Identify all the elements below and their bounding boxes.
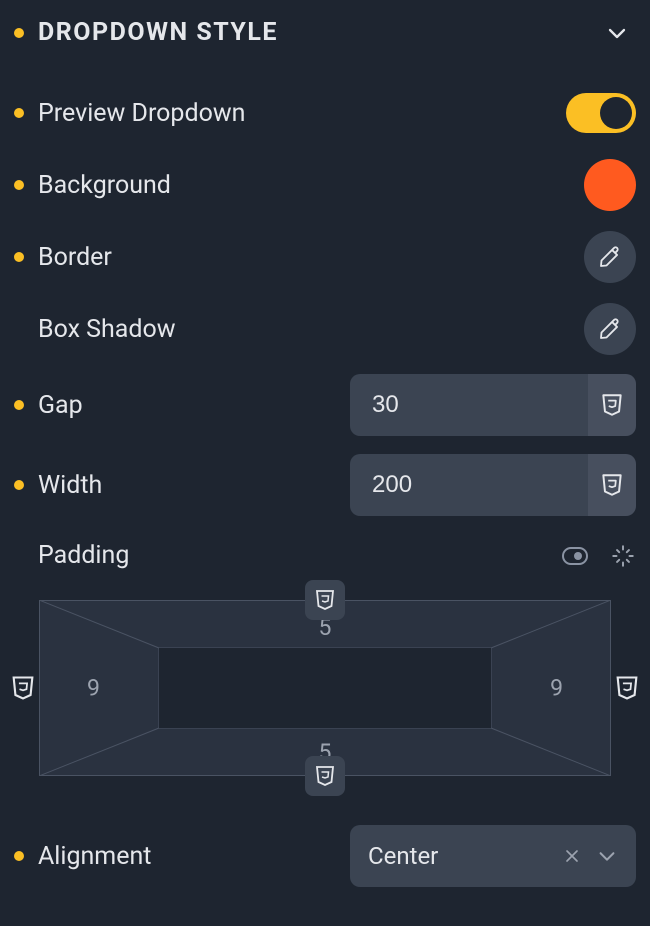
close-icon[interactable] (562, 846, 582, 866)
row-box-shadow: Box Shadow (14, 293, 636, 365)
changed-indicator (14, 400, 24, 410)
alignment-value: Center (368, 842, 438, 870)
padding-box[interactable]: 5 5 9 9 (39, 600, 611, 776)
row-background: Background (14, 149, 636, 221)
pencil-icon (598, 317, 622, 341)
label-padding: Padding (38, 541, 129, 570)
changed-indicator (14, 252, 24, 262)
padding-left-unit[interactable] (3, 668, 43, 708)
padding-right-value[interactable]: 9 (550, 675, 563, 702)
css-shield-icon (599, 472, 625, 498)
label-gap: Gap (38, 391, 83, 420)
row-preview-dropdown: Preview Dropdown (14, 77, 636, 149)
padding-visual-editor: 5 5 9 9 (14, 578, 636, 816)
padding-bottom-unit[interactable] (305, 756, 345, 796)
box-shadow-edit-button[interactable] (584, 303, 636, 355)
gap-input[interactable] (350, 374, 588, 436)
label-box-shadow: Box Shadow (38, 315, 176, 344)
gap-unit-button[interactable] (588, 374, 636, 436)
unlink-icon (610, 543, 636, 569)
padding-right-unit[interactable] (607, 668, 647, 708)
width-unit-button[interactable] (588, 454, 636, 516)
pencil-icon (598, 245, 622, 269)
changed-indicator (14, 180, 24, 190)
changed-indicator (14, 851, 24, 861)
css-shield-icon (599, 392, 625, 418)
width-input-group (350, 454, 636, 516)
padding-link-button[interactable] (610, 543, 636, 569)
dropdown-style-panel: DROPDOWN STYLE Preview Dropdown Backgrou… (0, 0, 650, 896)
width-input[interactable] (350, 454, 588, 516)
section-title: DROPDOWN STYLE (38, 18, 278, 47)
row-border: Border (14, 221, 636, 293)
label-border: Border (38, 243, 112, 272)
gap-input-group (350, 374, 636, 436)
padding-inner-box (159, 648, 491, 728)
changed-indicator (14, 28, 24, 38)
padding-top-unit[interactable] (305, 580, 345, 620)
row-alignment: Alignment Center (14, 816, 636, 896)
background-color-swatch[interactable] (584, 159, 636, 211)
changed-indicator (14, 480, 24, 490)
css-shield-icon (313, 764, 337, 788)
chevron-down-icon[interactable] (596, 845, 618, 867)
label-alignment: Alignment (38, 842, 151, 871)
pill-toggle-icon (562, 547, 588, 565)
changed-indicator (14, 108, 24, 118)
css-shield-icon (9, 674, 37, 702)
label-preview-dropdown: Preview Dropdown (38, 99, 245, 128)
row-gap: Gap (14, 365, 636, 445)
preview-dropdown-toggle[interactable] (566, 93, 636, 133)
alignment-select[interactable]: Center (350, 825, 636, 887)
label-background: Background (38, 171, 171, 200)
chevron-down-icon[interactable] (604, 20, 630, 46)
css-shield-icon (613, 674, 641, 702)
row-width: Width (14, 445, 636, 525)
border-edit-button[interactable] (584, 231, 636, 283)
row-padding-header: Padding (14, 525, 636, 570)
padding-linked-toggle[interactable] (562, 547, 588, 565)
section-header[interactable]: DROPDOWN STYLE (0, 0, 650, 77)
padding-left-value[interactable]: 9 (87, 675, 100, 702)
label-width: Width (38, 471, 102, 500)
css-shield-icon (313, 588, 337, 612)
toggle-knob (600, 97, 632, 129)
